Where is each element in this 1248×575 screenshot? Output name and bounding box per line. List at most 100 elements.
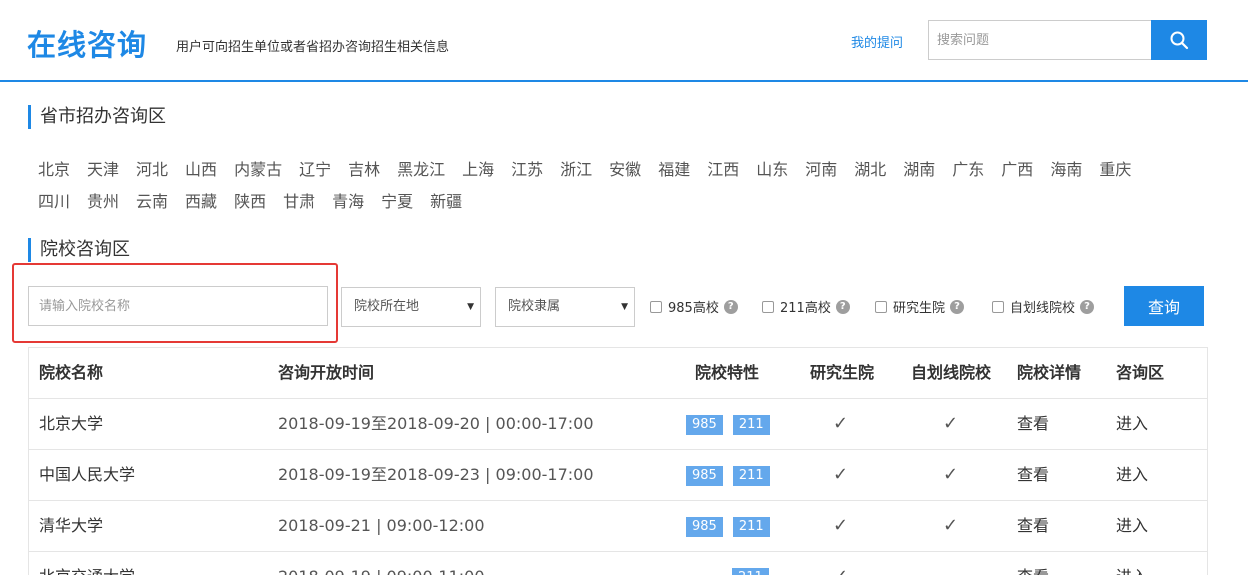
tag-badge: 211 [732,465,770,486]
check-icon: ✓ [833,464,849,485]
checkbox-box[interactable] [875,300,887,313]
province-link[interactable]: 山东 [756,154,788,186]
column-header: 院校名称 [39,363,104,382]
open-time: 2018-09-19至2018-09-23 | 09:00-17:00 [278,465,594,484]
province-link[interactable]: 北京 [38,154,70,186]
column-header: 研究生院 [810,363,875,382]
school-table: 院校名称 咨询开放时间 院校特性 研究生院 自划线院校 院校详情 咨询区 北京大… [28,347,1208,575]
site-logo[interactable]: 在线咨询 [27,22,147,64]
column-header: 院校特性 [695,363,760,382]
filter-985-checkbox[interactable]: 985高校 ? [650,297,738,316]
enter-link[interactable]: 进入 [1116,552,1148,575]
view-detail-link[interactable]: 查看 [1017,501,1049,551]
column-header: 院校详情 [1017,363,1082,382]
school-name-input[interactable] [28,286,328,326]
filter-211-checkbox[interactable]: 211高校 ? [762,297,850,316]
province-link[interactable]: 上海 [462,154,494,186]
tag-badge: 211 [732,516,770,537]
province-link[interactable]: 福建 [658,154,690,186]
province-link[interactable]: 宁夏 [381,186,413,218]
tag-badge: 985 [686,465,723,486]
province-section-title: 省市招办咨询区 [28,105,166,129]
search-input[interactable] [928,20,1152,60]
location-select[interactable]: 院校所在地 ▼ [341,287,481,327]
view-detail-link[interactable]: 查看 [1017,450,1049,500]
enter-link[interactable]: 进入 [1116,501,1148,551]
checkbox-box[interactable] [762,300,774,313]
checkbox-box[interactable] [992,300,1004,313]
province-link[interactable]: 四川 [38,186,70,218]
province-link[interactable]: 云南 [136,186,168,218]
table-row: 清华大学 2018-09-21 | 09:00-12:00 985 211 ✓ ✓… [29,501,1207,552]
table-header-row: 院校名称 咨询开放时间 院校特性 研究生院 自划线院校 院校详情 咨询区 [29,348,1207,399]
province-link[interactable]: 浙江 [560,154,592,186]
province-link[interactable]: 河南 [805,154,837,186]
column-header: 咨询区 [1116,363,1165,382]
tag-badge: 985 [686,414,723,435]
school-name: 清华大学 [39,516,104,535]
province-link[interactable]: 新疆 [430,186,462,218]
filter-label: 985高校 [668,301,719,316]
query-button[interactable]: 查询 [1124,286,1204,326]
province-link[interactable]: 黑龙江 [397,154,445,186]
caret-down-icon: ▼ [467,302,474,312]
school-name: 中国人民大学 [39,465,136,484]
province-link[interactable]: 青海 [332,186,364,218]
province-link[interactable]: 江西 [707,154,739,186]
open-time: 2018-09-19 | 09:00-11:00 [278,552,485,575]
view-detail-link[interactable]: 查看 [1017,552,1049,575]
school-section-title: 院校咨询区 [28,238,130,262]
affiliation-select[interactable]: 院校隶属 ▼ [495,287,635,327]
column-header: 咨询开放时间 [278,363,375,382]
filter-label: 211高校 [780,301,831,316]
help-icon[interactable]: ? [1080,299,1095,314]
header: 在线咨询 用户可向招生单位或者省招办咨询招生相关信息 我的提问 [0,0,1248,82]
check-icon: ✓ [833,552,848,575]
school-tags: 985 211 [686,450,780,500]
province-link[interactable]: 贵州 [87,186,119,218]
help-icon[interactable]: ? [723,299,738,314]
view-detail-link[interactable]: 查看 [1017,399,1049,449]
filter-label: 自划线院校 [1010,301,1076,316]
enter-link[interactable]: 进入 [1116,399,1148,449]
help-icon[interactable]: ? [835,299,850,314]
province-link[interactable]: 陕西 [234,186,266,218]
province-link[interactable]: 吉林 [348,154,380,186]
province-link[interactable]: 江苏 [511,154,543,186]
check-icon: ✓ [943,413,959,434]
province-link[interactable]: 安徽 [609,154,641,186]
province-link[interactable]: 广东 [952,154,984,186]
province-link[interactable]: 湖北 [854,154,886,186]
location-select-value: 院校所在地 [354,299,420,314]
province-link[interactable]: 海南 [1050,154,1082,186]
province-link[interactable]: 辽宁 [299,154,331,186]
checkbox-box[interactable] [650,300,662,313]
table-row: 北京大学 2018-09-19至2018-09-20 | 00:00-17:00… [29,399,1207,450]
province-link[interactable]: 湖南 [903,154,935,186]
filter-grad-checkbox[interactable]: 研究生院 ? [875,297,965,316]
check-icon: ✓ [943,515,959,536]
province-link[interactable]: 山西 [185,154,217,186]
my-questions-link[interactable]: 我的提问 [851,32,903,51]
search-icon [1170,31,1189,50]
province-link[interactable]: 甘肃 [283,186,315,218]
school-name: 北京交通大学 [39,552,135,575]
table-row: 北京交通大学 2018-09-19 | 09:00-11:00 211 ✓ 查看… [29,552,1207,575]
province-link[interactable]: 西藏 [185,186,217,218]
province-link[interactable]: 重庆 [1099,154,1131,186]
province-link[interactable]: 天津 [87,154,119,186]
province-link[interactable]: 内蒙古 [234,154,282,186]
affiliation-select-value: 院校隶属 [508,299,561,314]
school-tags: 985 211 [686,399,780,449]
province-link[interactable]: 河北 [136,154,168,186]
province-link[interactable]: 广西 [1001,154,1033,186]
tag-badge: 211 [732,567,769,575]
check-icon: ✓ [943,464,959,485]
search-button[interactable] [1151,20,1207,60]
column-header: 自划线院校 [911,363,992,382]
help-icon[interactable]: ? [950,299,965,314]
school-tags: 985 211 [686,501,780,551]
filter-self-line-checkbox[interactable]: 自划线院校 ? [992,297,1095,316]
enter-link[interactable]: 进入 [1116,450,1148,500]
open-time: 2018-09-19至2018-09-20 | 00:00-17:00 [278,414,594,433]
